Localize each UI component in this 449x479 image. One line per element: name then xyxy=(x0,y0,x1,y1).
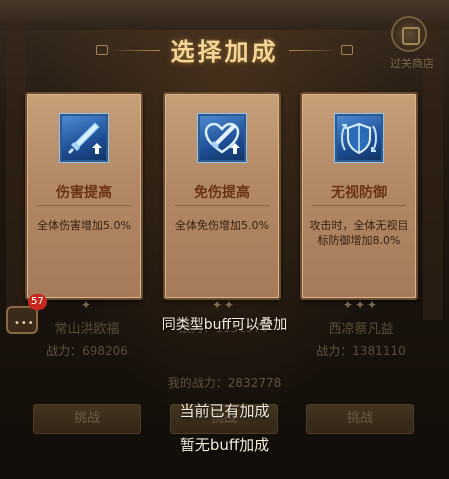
chat-icon[interactable]: ••• xyxy=(6,306,38,334)
power-value: 1381110 xyxy=(352,344,406,358)
card-description: 全体伤害增加5.0% xyxy=(37,219,131,232)
chat-badge: 57 xyxy=(28,294,47,310)
my-power: 我的战力：2832778 xyxy=(0,374,449,391)
card-description: 全体免伤增加5.0% xyxy=(175,219,269,232)
my-power-value: 2832778 xyxy=(227,376,282,390)
card-name: 免伤提高 xyxy=(194,185,250,201)
sword-up-icon xyxy=(60,114,108,162)
bonus-card-defense[interactable]: 免伤提高 全体免伤增加5.0% xyxy=(163,92,281,300)
current-bonus-label: 当前已有加成 xyxy=(179,402,270,420)
opponent-stars: ✦✦✦ xyxy=(342,298,380,312)
pierce-shield-icon xyxy=(335,114,383,162)
shield-heart-up-icon xyxy=(198,114,246,162)
card-divider xyxy=(175,205,269,206)
card-divider xyxy=(37,205,131,206)
card-description: 攻击时，全体无视目标防御增加8.0% xyxy=(309,219,409,247)
title-ornament-right xyxy=(341,45,353,55)
stack-note: 同类型buff可以叠加 xyxy=(161,317,288,333)
card-divider xyxy=(312,205,406,206)
my-power-label: 我的战力： xyxy=(167,376,228,390)
bonus-card-damage[interactable]: 伤害提高 全体伤害增加5.0% xyxy=(25,92,143,300)
opponent-stars: ✦✦ xyxy=(211,298,237,312)
power-label: 战力： xyxy=(46,344,83,358)
card-name: 伤害提高 xyxy=(56,185,112,201)
title-bar: 选择加成 xyxy=(0,30,449,70)
title-line-right xyxy=(289,50,339,51)
opponent-power: 战力：698206 xyxy=(22,342,152,359)
page-title: 选择加成 xyxy=(170,37,279,66)
no-buff-text: 暂无buff加成 xyxy=(179,436,270,454)
power-value: 698206 xyxy=(82,344,128,358)
card-name: 无视防御 xyxy=(331,185,387,201)
bonus-card-ignore-defense[interactable]: 无视防御 攻击时，全体无视目标防御增加8.0% xyxy=(300,92,418,300)
chat-dots: ••• xyxy=(14,318,35,329)
power-label: 战力： xyxy=(316,344,353,358)
background-roof xyxy=(0,0,449,30)
opponent-power: 战力：1381110 xyxy=(296,342,426,359)
